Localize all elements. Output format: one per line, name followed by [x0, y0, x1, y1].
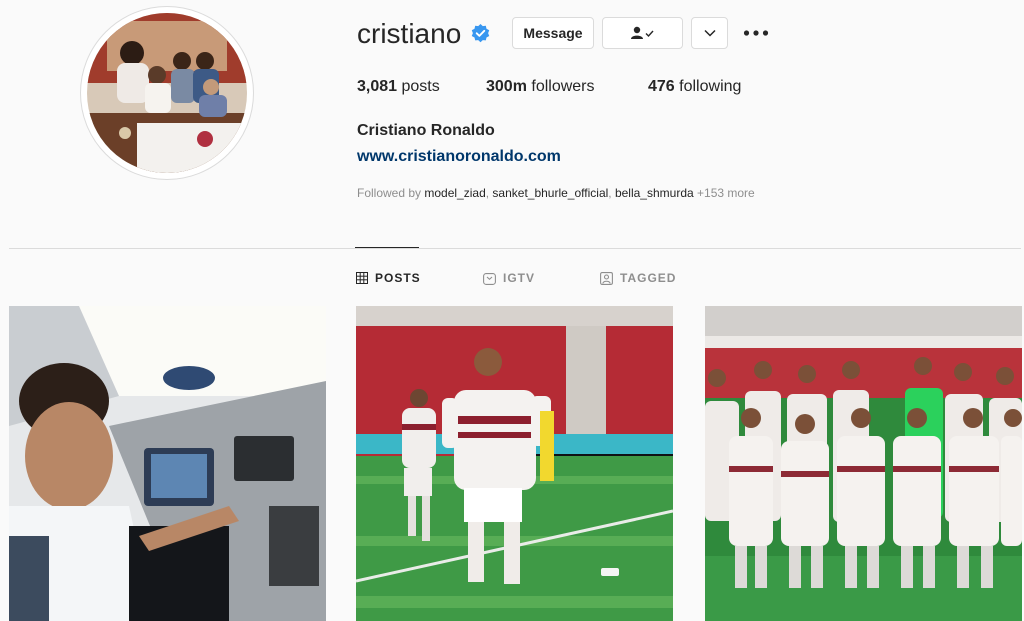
following-stat[interactable]: 476 following — [648, 78, 741, 96]
tab-posts-label: POSTS — [375, 271, 421, 285]
active-tab-indicator — [355, 247, 419, 248]
profile-website-link[interactable]: www.cristianoronaldo.com — [357, 148, 561, 166]
post-thumbnail[interactable] — [356, 306, 673, 621]
followed-by[interactable]: Followed by model_ziad, sanket_bhurle_of… — [357, 186, 755, 200]
igtv-icon — [483, 272, 496, 285]
suggestions-dropdown-button[interactable] — [691, 17, 728, 49]
more-dots-icon[interactable] — [743, 24, 769, 42]
following-label: following — [679, 78, 742, 95]
followed-by-prefix: Followed by — [357, 186, 422, 200]
followed-by-more: +153 more — [697, 186, 755, 200]
person-check-icon — [630, 26, 654, 39]
following-button[interactable] — [602, 17, 683, 49]
tab-igtv-label: IGTV — [503, 271, 536, 285]
post-image — [705, 306, 1022, 621]
avatar-image — [87, 13, 247, 173]
tab-tagged[interactable]: TAGGED — [600, 270, 676, 286]
profile-full-name: Cristiano Ronaldo — [357, 122, 495, 139]
followed-by-account: sanket_bhurle_official — [492, 186, 609, 200]
followed-by-account: model_ziad — [424, 186, 486, 200]
posts-count: 3,081 — [357, 78, 398, 95]
profile-avatar[interactable] — [80, 6, 254, 180]
posts-label: posts — [401, 78, 440, 95]
post-thumbnail[interactable] — [9, 306, 326, 621]
tagged-icon — [600, 271, 613, 285]
grid-icon — [356, 272, 368, 284]
posts-stat: 3,081 posts — [357, 78, 440, 96]
chevron-down-icon — [703, 29, 716, 37]
post-image — [9, 306, 326, 621]
profile-divider — [9, 248, 1021, 249]
message-button[interactable]: Message — [512, 17, 594, 49]
profile-username: cristiano — [357, 18, 462, 49]
verified-badge-icon — [471, 24, 490, 43]
tab-posts[interactable]: POSTS — [356, 270, 421, 286]
followers-count: 300m — [486, 78, 527, 95]
post-image — [356, 306, 673, 621]
followers-label: followers — [531, 78, 595, 95]
tab-tagged-label: TAGGED — [620, 271, 677, 285]
post-thumbnail[interactable] — [705, 306, 1022, 621]
followed-by-account: bella_shmurda — [614, 186, 694, 200]
following-count: 476 — [648, 78, 675, 95]
followers-stat[interactable]: 300m followers — [486, 78, 595, 96]
tab-igtv[interactable]: IGTV — [483, 270, 535, 286]
